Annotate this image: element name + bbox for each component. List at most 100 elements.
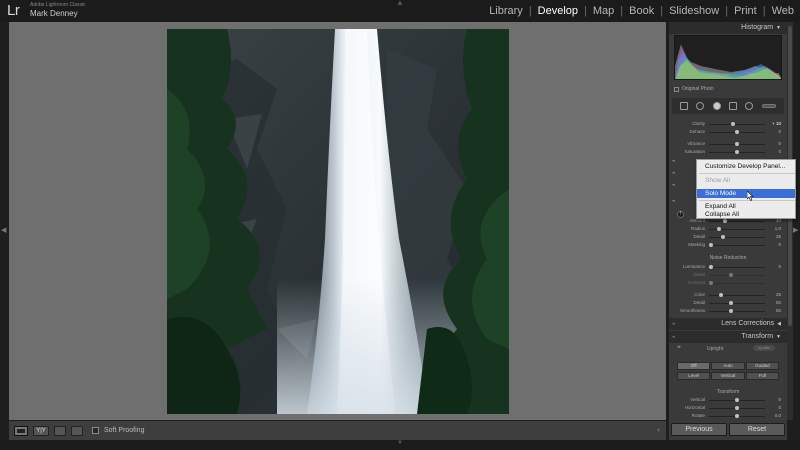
slider-knob[interactable] xyxy=(729,309,733,313)
sharpening-amount-slider[interactable]: Amount 40 xyxy=(669,218,787,225)
upright-off-button[interactable]: Off xyxy=(677,362,711,370)
radial-filter-icon[interactable] xyxy=(745,102,754,110)
upright-buttons-row-2: Level Vertical Full xyxy=(677,372,779,380)
graduated-filter-icon[interactable] xyxy=(729,102,738,110)
collapse-top-panel-icon[interactable]: ▲ xyxy=(396,0,404,7)
loupe-view-button[interactable] xyxy=(14,425,28,436)
soft-proofing-label: Soft Proofing xyxy=(104,427,145,434)
previous-button[interactable]: Previous xyxy=(671,423,727,436)
upright-guided-button[interactable]: Guided xyxy=(745,362,779,370)
slider-knob[interactable] xyxy=(729,273,733,277)
color-detail-slider[interactable]: Detail 50 xyxy=(669,300,787,307)
develop-toolbar: Y|Y Soft Proofing ▾ xyxy=(9,421,666,440)
upright-buttons-row-1: Off Auto Guided xyxy=(677,362,779,370)
luminance-detail-slider[interactable]: Detail xyxy=(669,272,787,279)
right-panel: Histogram ▼ ISO 100 1/60 sec f / 11 0 Ori… xyxy=(669,22,787,440)
slider-knob[interactable] xyxy=(723,219,727,223)
upright-auto-button[interactable]: Auto xyxy=(711,362,745,370)
histogram-header[interactable]: Histogram ▼ xyxy=(669,22,787,34)
expand-left-panel-icon[interactable]: ◀ xyxy=(1,226,6,234)
noise-reduction-title: Noise Reduction xyxy=(709,255,747,261)
sharpening-detail-slider[interactable]: Detail 25 xyxy=(669,234,787,241)
smoothness-slider[interactable]: Smoothness 50 xyxy=(669,308,787,315)
color-noise-slider[interactable]: Color 25 xyxy=(669,292,787,299)
identity-plate: Adobe Lightroom Classic Mark Denney xyxy=(30,3,86,18)
upright-level-button[interactable]: Level xyxy=(677,372,711,380)
slider-knob[interactable] xyxy=(719,293,723,297)
soft-proofing-checkbox[interactable] xyxy=(92,427,99,434)
toolbar-menu-icon[interactable]: ▾ xyxy=(657,427,660,434)
tool-strip xyxy=(672,98,784,114)
slider-knob[interactable] xyxy=(735,130,739,134)
clarity-slider[interactable]: Clarity + 10 xyxy=(669,121,787,128)
before-after-swap-button[interactable] xyxy=(54,425,66,436)
menu-separator xyxy=(699,173,795,174)
panel-bottom-buttons: Previous Reset xyxy=(669,423,787,438)
slider-knob[interactable] xyxy=(709,243,713,247)
menu-item-customize-develop-panel[interactable]: Customize Develop Panel... xyxy=(697,162,795,171)
slider-knob[interactable] xyxy=(735,406,739,410)
upright-guided-icon[interactable]: ⌖ xyxy=(677,344,681,352)
sharpening-masking-slider[interactable]: Masking 0 xyxy=(669,242,787,249)
product-name: Adobe Lightroom Classic xyxy=(30,2,86,8)
slider-knob[interactable] xyxy=(717,227,721,231)
crop-tool-icon[interactable] xyxy=(680,102,689,110)
update-button[interactable]: Update xyxy=(753,345,775,351)
mouse-cursor-icon xyxy=(747,191,754,201)
luminance-slider[interactable]: Luminance 0 xyxy=(669,264,787,271)
collapse-right-panel-icon[interactable]: ▶ xyxy=(793,226,798,234)
copy-settings-button[interactable] xyxy=(71,425,83,436)
slider-knob[interactable] xyxy=(735,398,739,402)
reset-button[interactable]: Reset xyxy=(729,423,785,436)
photo-image xyxy=(167,29,509,414)
right-panel-scrollbar[interactable] xyxy=(787,22,793,420)
upright-full-button[interactable]: Full xyxy=(745,372,779,380)
adjustment-brush-icon[interactable] xyxy=(761,104,776,108)
vibrance-slider[interactable]: Vibrance 0 xyxy=(669,141,787,148)
transform-header[interactable]: ◂ Transform ▼ xyxy=(669,331,787,343)
before-after-button[interactable]: Y|Y xyxy=(33,425,49,436)
slider-knob[interactable] xyxy=(735,414,739,418)
menu-item-collapse-all[interactable]: Collapse All xyxy=(697,210,795,219)
module-slideshow[interactable]: Slideshow xyxy=(669,5,719,17)
user-name: Mark Denney xyxy=(30,9,78,18)
expand-filmstrip-icon[interactable]: ▼ xyxy=(397,440,403,446)
slider-knob[interactable] xyxy=(729,301,733,305)
spot-removal-tool-icon[interactable] xyxy=(696,102,705,110)
saturation-slider[interactable]: Saturation 0 xyxy=(669,149,787,156)
waterfall-photo xyxy=(167,29,509,414)
identity-bar: Lr Adobe Lightroom Classic Mark Denney ▲… xyxy=(0,0,800,22)
module-library[interactable]: Library xyxy=(489,5,523,17)
slider-knob[interactable] xyxy=(721,235,725,239)
image-work-area[interactable] xyxy=(9,22,666,420)
module-map[interactable]: Map xyxy=(593,5,614,17)
collapse-icon: ▼ xyxy=(776,25,781,31)
menu-item-solo-mode[interactable]: Solo Mode xyxy=(697,189,795,198)
rotate-slider[interactable]: Rotate 0.0 xyxy=(669,413,787,420)
slider-knob[interactable] xyxy=(709,281,713,285)
horizontal-slider[interactable]: Horizontal 0 xyxy=(669,405,787,412)
slider-knob[interactable] xyxy=(709,265,713,269)
upright-row: ⌖ Upright Update xyxy=(675,344,781,354)
exif-info: ISO 100 1/60 sec f / 11 0 xyxy=(677,72,779,77)
slider-knob[interactable] xyxy=(731,122,735,126)
module-book[interactable]: Book xyxy=(629,5,654,17)
slider-knob[interactable] xyxy=(735,150,739,154)
module-print[interactable]: Print xyxy=(734,5,757,17)
vertical-slider[interactable]: Vertical 0 xyxy=(669,397,787,404)
luminance-contrast-slider[interactable]: Contrast xyxy=(669,280,787,287)
module-develop[interactable]: Develop xyxy=(538,5,578,17)
slider-knob[interactable] xyxy=(735,142,739,146)
module-web[interactable]: Web xyxy=(772,5,794,17)
original-photo-toggle[interactable]: Original Photo xyxy=(674,86,714,92)
upright-vertical-button[interactable]: Vertical xyxy=(711,372,745,380)
red-eye-tool-icon[interactable] xyxy=(712,102,721,110)
lightroom-logo: Lr xyxy=(7,2,20,19)
sharpening-warning-icon[interactable]: ! xyxy=(677,211,684,218)
lens-corrections-header[interactable]: ◂ Lens Corrections ◀ xyxy=(669,318,787,330)
original-photo-checkbox[interactable] xyxy=(674,86,679,92)
develop-panel-context-menu: Customize Develop Panel... Show All Solo… xyxy=(696,159,796,219)
sharpening-radius-slider[interactable]: Radius 1.0 xyxy=(669,226,787,233)
menu-item-show-all[interactable]: Show All xyxy=(697,176,795,185)
dehaze-slider[interactable]: Dehaze 0 xyxy=(669,129,787,136)
